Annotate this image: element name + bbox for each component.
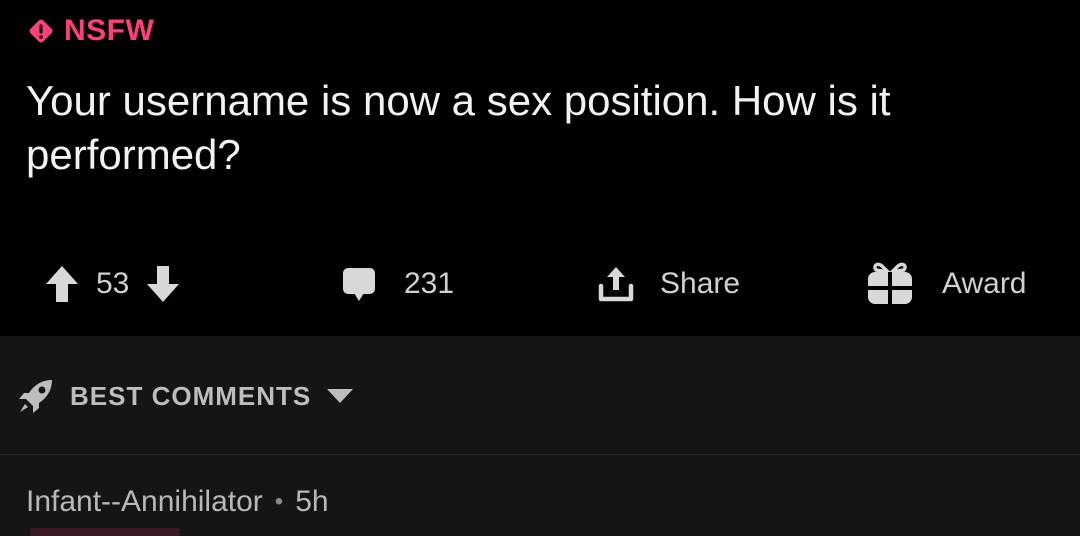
comment-author[interactable]: Infant--Annihilator [26,485,263,519]
comment-meta: Infant--Annihilator • 5h [26,485,329,519]
vote-group: 53 [44,256,181,312]
caret-down-icon [327,389,354,403]
upvote-arrow-icon[interactable] [44,264,80,304]
downvote-arrow-icon[interactable] [145,264,181,304]
award-button[interactable]: Award [864,256,1027,312]
share-icon [598,267,634,302]
post-action-bar: 53 231 Share Award [0,256,1080,312]
post-card: NSFW Your username is now a sex position… [0,0,1080,336]
sort-label: BEST COMMENTS [70,380,312,411]
comments-button[interactable]: 231 [340,256,454,312]
comment-count: 231 [404,267,455,300]
comment-sort-bar: BEST COMMENTS [0,336,1080,455]
share-label: Share [660,267,741,300]
comment-item: Infant--Annihilator • 5h [0,455,1080,536]
meta-separator: • [274,488,284,515]
user-flair [30,528,180,536]
comment-bubble-icon [343,268,375,301]
sort-comments-button[interactable]: BEST COMMENTS [16,376,355,416]
nsfw-diamond-icon [29,19,53,43]
post-title[interactable]: Your username is now a sex position. How… [26,74,1056,182]
award-label: Award [942,267,1027,300]
rocket-icon [19,380,52,413]
nsfw-badge: NSFW [26,14,154,48]
comment-age: 5h [295,485,329,518]
share-button[interactable]: Share [596,256,740,312]
nsfw-label: NSFW [64,14,155,47]
gift-icon [868,262,912,304]
vote-count: 53 [96,267,130,300]
